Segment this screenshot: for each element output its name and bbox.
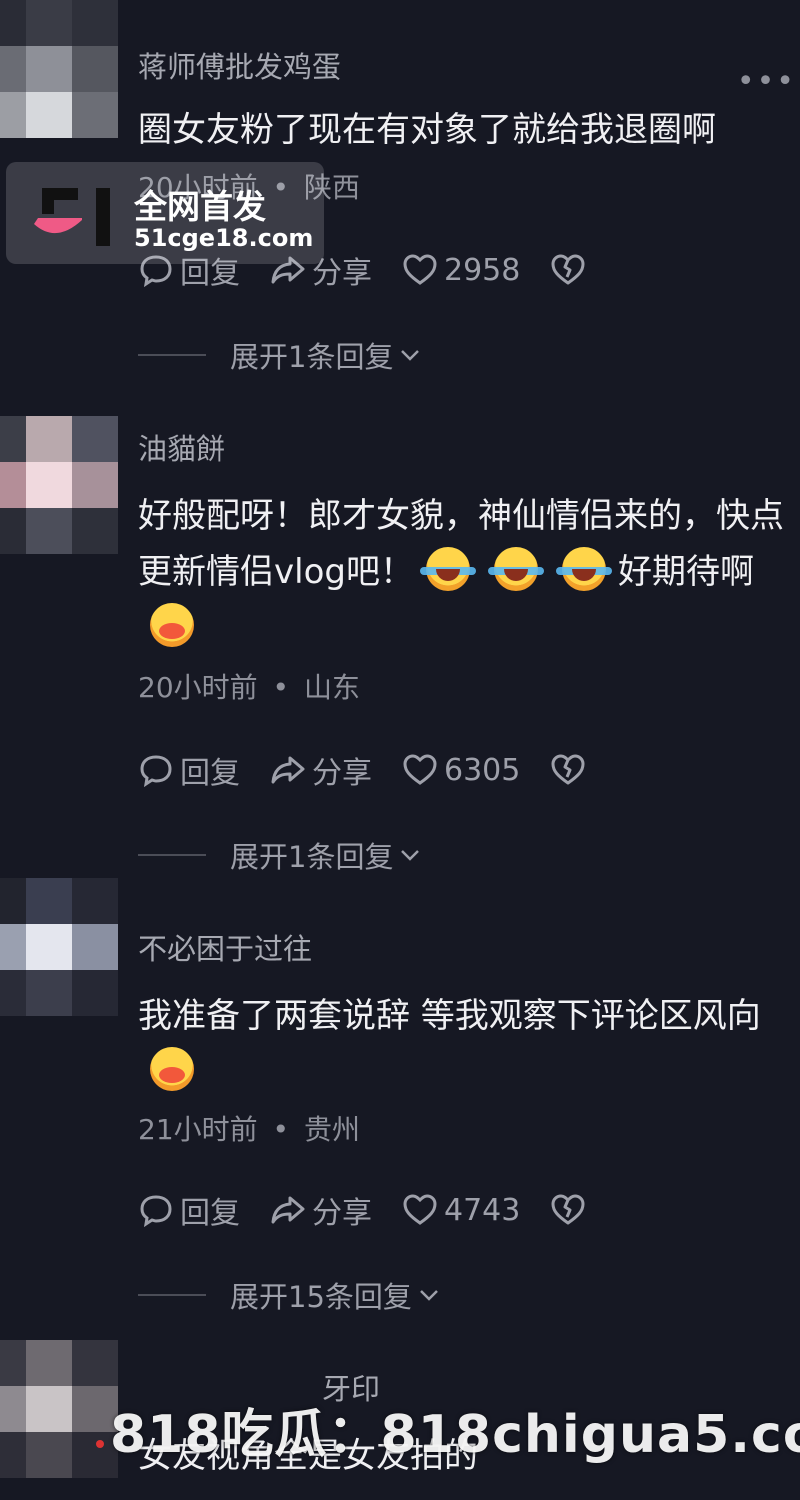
divider-line xyxy=(138,354,206,356)
share-button[interactable]: 分享 xyxy=(270,1188,372,1232)
divider-line xyxy=(138,854,206,856)
laughing-emoji-icon xyxy=(555,547,612,591)
smirk-emoji-icon xyxy=(150,603,194,647)
watermark-badge: 全网首发 51cge18.com xyxy=(6,162,324,264)
reply-label: 回复 xyxy=(180,756,240,791)
comment-meta: 21小时前 • 贵州 xyxy=(138,1108,360,1148)
comment-time: 21小时前 xyxy=(138,1113,258,1146)
reply-label: 回复 xyxy=(180,1196,240,1231)
watermark-site: 51cge18.com xyxy=(134,224,314,252)
comment-text: 我准备了两套说辞 等我观察下评论区风向 xyxy=(138,988,800,1100)
share-icon xyxy=(271,1196,305,1224)
share-label: 分享 xyxy=(312,756,372,791)
watermark-bottom: 818吃瓜：818chigua5.com xyxy=(110,1405,800,1465)
comment-username[interactable]: 油貓餅 xyxy=(138,426,225,468)
comment-meta: 20小时前 • 山东 xyxy=(138,666,360,706)
laughing-emoji-icon xyxy=(487,547,544,591)
reply-button[interactable]: 回复 xyxy=(138,1188,240,1232)
meta-separator: • xyxy=(272,671,290,704)
heart-icon xyxy=(403,254,437,285)
expand-replies-button[interactable]: 展开1条回复 xyxy=(138,834,423,876)
broken-heart-icon xyxy=(551,754,585,785)
comment-text: 圈女友粉了现在有对象了就给我退圈啊 xyxy=(138,110,716,150)
avatar[interactable] xyxy=(0,0,118,140)
chevron-down-icon xyxy=(401,850,420,861)
like-count: 2958 xyxy=(444,252,521,288)
comment-text-part: 好期待啊 xyxy=(617,552,754,592)
watermark-logo-icon xyxy=(34,188,110,246)
dislike-button[interactable] xyxy=(550,252,592,288)
comment-username[interactable]: 蒋师傅批发鸡蛋 xyxy=(138,44,341,86)
avatar[interactable] xyxy=(0,878,118,1018)
more-options-icon[interactable]: ••• xyxy=(737,64,796,99)
expand-replies-button[interactable]: 展开1条回复 xyxy=(138,334,423,376)
share-button[interactable]: 分享 xyxy=(270,748,372,792)
broken-heart-icon xyxy=(551,1194,585,1225)
like-button[interactable]: 4743 xyxy=(402,1192,520,1228)
comment-location: 山东 xyxy=(303,671,360,704)
comment-text: 好般配呀！郎才女貌，神仙情侣来的，快点更新情侣vlog吧！ 好期待啊 xyxy=(138,488,800,656)
expand-label: 展开15条回复 xyxy=(230,1280,412,1314)
chevron-down-icon xyxy=(420,1290,438,1301)
watermark-title: 全网首发 xyxy=(134,187,266,226)
expand-label: 展开1条回复 xyxy=(230,340,394,374)
comment-actions: 回复 分享 6305 xyxy=(138,748,622,792)
expand-replies-button[interactable]: 展开15条回复 xyxy=(138,1274,442,1316)
dislike-button[interactable] xyxy=(550,1192,592,1228)
avatar[interactable] xyxy=(0,1340,118,1480)
heart-icon xyxy=(403,1194,437,1225)
comment-location: 贵州 xyxy=(303,1113,360,1146)
comment-time: 20小时前 xyxy=(138,671,258,704)
like-button[interactable]: 2958 xyxy=(402,252,520,288)
like-button[interactable]: 6305 xyxy=(402,752,520,788)
avatar[interactable] xyxy=(0,416,118,556)
dislike-button[interactable] xyxy=(550,752,592,788)
smirk-emoji-icon xyxy=(150,1047,194,1091)
comment-page: 蒋师傅批发鸡蛋 ••• 圈女友粉了现在有对象了就给我退圈啊 20小时前 • 陕西… xyxy=(0,0,800,1500)
broken-heart-icon xyxy=(551,254,585,285)
divider-line xyxy=(138,1294,206,1296)
chevron-down-icon xyxy=(401,350,420,361)
meta-separator: • xyxy=(272,1113,290,1146)
laughing-emoji-icon xyxy=(419,547,476,591)
heart-icon xyxy=(403,754,437,785)
comment-actions: 回复 分享 4743 xyxy=(138,1188,622,1232)
share-icon xyxy=(271,756,305,784)
reply-icon xyxy=(140,755,172,788)
reply-icon xyxy=(140,1195,172,1228)
reply-button[interactable]: 回复 xyxy=(138,748,240,792)
comment-text-part: 我准备了两套说辞 等我观察下评论区风向 xyxy=(138,996,761,1036)
watermark-dot xyxy=(96,1440,104,1448)
like-count: 4743 xyxy=(444,1192,521,1228)
share-label: 分享 xyxy=(312,1196,372,1231)
like-count: 6305 xyxy=(444,752,521,788)
expand-label: 展开1条回复 xyxy=(230,840,394,874)
comment-username[interactable]: 不必困于过往 xyxy=(138,926,312,968)
